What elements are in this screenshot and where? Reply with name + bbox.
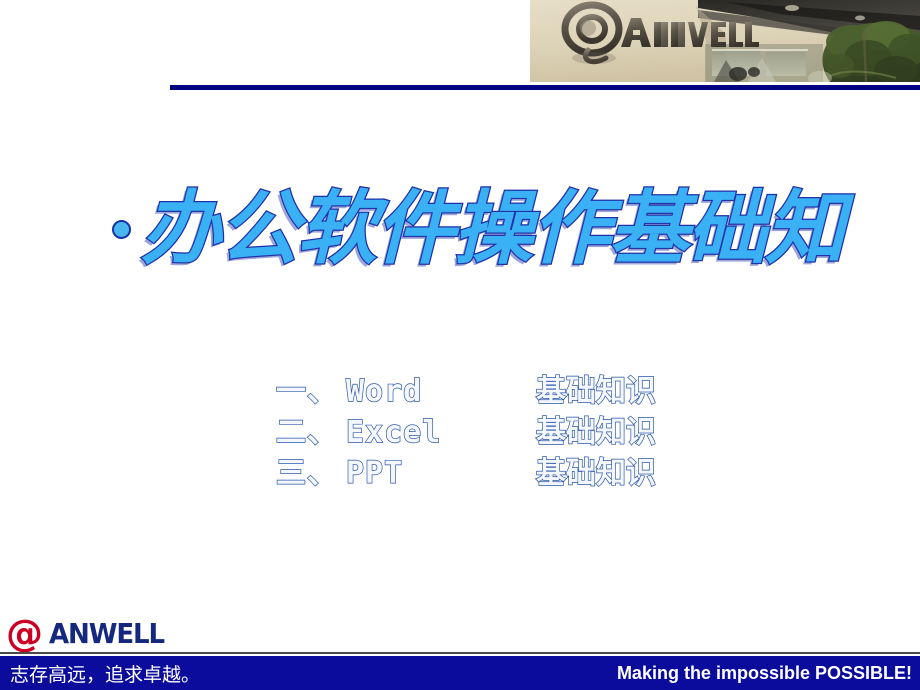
header-divider-rule: [170, 85, 920, 90]
page-title: 办公软件操作基础知: [140, 180, 847, 275]
slide-canvas: 办公软件操作基础知 一、 Word 基础知识 二、 Excel 基础知识 三、 …: [0, 0, 920, 690]
agenda-item-index: 三、: [275, 455, 338, 491]
agenda-item-app: Word: [345, 373, 423, 409]
footer-bar: 志存高远，追求卓越。 Making the impossible POSSIBL…: [0, 656, 920, 690]
bullet-dot-icon: [112, 220, 131, 239]
list-item: 二、 Excel 基础知识: [275, 407, 876, 450]
list-item: 一、 Word 基础知识: [275, 366, 876, 409]
agenda-list: 一、 Word 基础知识 二、 Excel 基础知识 三、 PPT 基础知识: [275, 366, 876, 491]
anwell-office-sign-photo: [530, 0, 920, 82]
logo-wordmark: ANWELL: [49, 617, 165, 650]
footer-slogan-cn: 志存高远，追求卓越。: [10, 663, 201, 686]
agenda-item-topic: 基础知识: [535, 455, 656, 491]
agenda-item-topic: 基础知识: [535, 373, 656, 409]
agenda-item-index: 二、: [275, 414, 338, 450]
agenda-item-app: Excel: [345, 414, 442, 450]
slide-title-block: 办公软件操作基础知: [112, 165, 912, 290]
list-item: 三、 PPT 基础知识: [275, 448, 876, 491]
agenda-item-app: PPT: [345, 455, 404, 491]
footer-divider: [0, 652, 920, 654]
at-symbol-icon: @: [6, 611, 43, 655]
anwell-logo: @ ANWELL: [6, 611, 173, 655]
agenda-item-topic: 基础知识: [535, 414, 656, 450]
footer-slogan-en: Making the impossible POSSIBLE!: [616, 662, 912, 683]
agenda-item-index: 一、: [275, 373, 338, 409]
